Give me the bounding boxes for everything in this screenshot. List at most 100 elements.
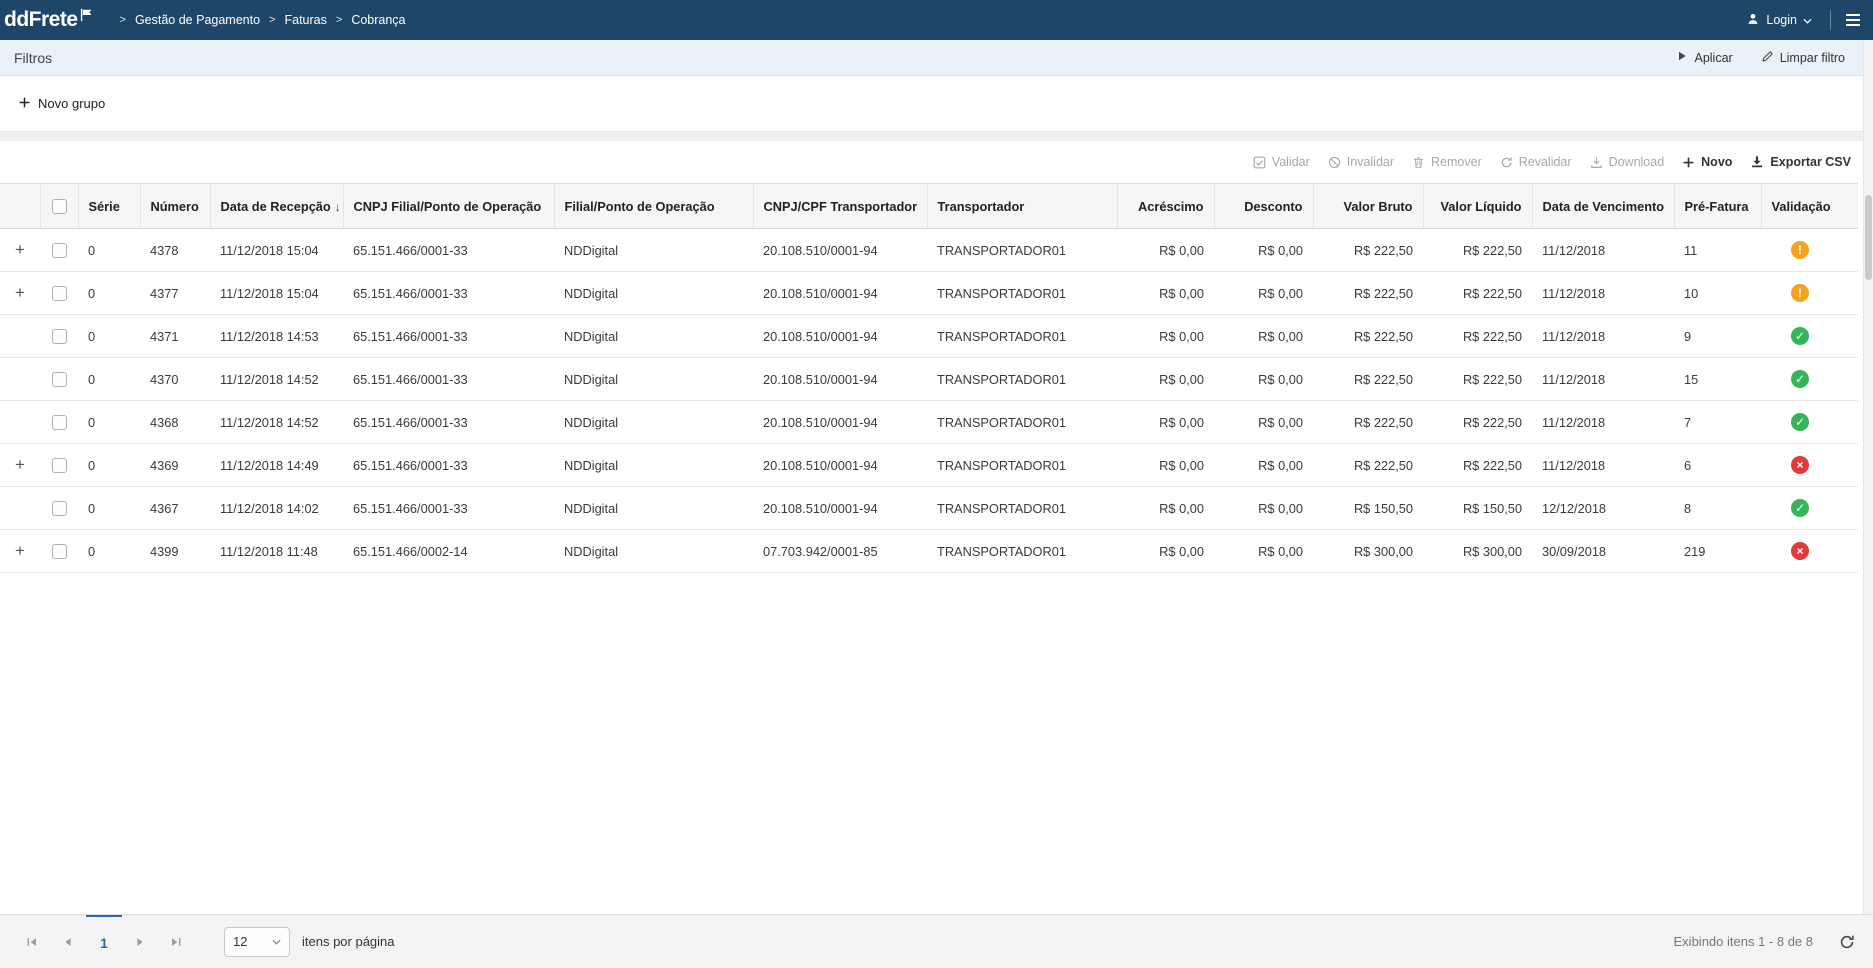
- row-checkbox[interactable]: [52, 329, 67, 344]
- cell-serie: 0: [78, 272, 140, 315]
- filter-actions: Aplicar Limpar filtro: [1676, 50, 1859, 66]
- table-row[interactable]: + 0 4399 11/12/2018 11:48 65.151.466/000…: [0, 530, 1858, 573]
- export-csv-button[interactable]: Exportar CSV: [1750, 155, 1851, 169]
- chevron-down-icon: [272, 939, 281, 945]
- column-header-cnpj-filial[interactable]: CNPJ Filial/Ponto de Operação: [343, 184, 554, 229]
- cell-cnpj-filial: 65.151.466/0001-33: [343, 272, 554, 315]
- page-size-value: 12: [233, 934, 247, 949]
- cell-transportador: TRANSPORTADOR01: [927, 401, 1117, 444]
- table-row[interactable]: 0 4368 11/12/2018 14:52 65.151.466/0001-…: [0, 401, 1858, 444]
- page-size-select[interactable]: 12: [224, 927, 290, 957]
- vertical-scrollbar[interactable]: [1863, 40, 1873, 914]
- cell-pre-fatura: 11: [1674, 229, 1761, 272]
- cell-cnpj-filial: 65.151.466/0001-33: [343, 444, 554, 487]
- cell-acrescimo: R$ 0,00: [1117, 530, 1214, 573]
- invalidate-button[interactable]: Invalidar: [1328, 155, 1394, 169]
- expand-row-icon[interactable]: +: [0, 283, 40, 303]
- cell-validacao: !: [1761, 272, 1858, 315]
- column-header-data-recepcao[interactable]: Data de Recepção↓: [210, 184, 343, 229]
- column-header-filial[interactable]: Filial/Ponto de Operação: [554, 184, 753, 229]
- export-csv-label: Exportar CSV: [1770, 155, 1851, 169]
- table-row[interactable]: 0 4367 11/12/2018 14:02 65.151.466/0001-…: [0, 487, 1858, 530]
- cell-desconto: R$ 0,00: [1214, 358, 1313, 401]
- cell-acrescimo: R$ 0,00: [1117, 401, 1214, 444]
- table-row[interactable]: + 0 4377 11/12/2018 15:04 65.151.466/000…: [0, 272, 1858, 315]
- column-header-numero[interactable]: Número: [140, 184, 210, 229]
- login-menu[interactable]: Login: [1740, 12, 1818, 29]
- column-header-pre-fatura[interactable]: Pré-Fatura: [1674, 184, 1761, 229]
- last-page-button[interactable]: [158, 915, 194, 968]
- cell-acrescimo: R$ 0,00: [1117, 229, 1214, 272]
- expand-row-icon[interactable]: +: [0, 240, 40, 260]
- validate-button[interactable]: Validar: [1253, 155, 1310, 169]
- top-navbar: ddFrete > Gestão de Pagamento > Faturas …: [0, 0, 1873, 40]
- expand-row-icon[interactable]: +: [0, 541, 40, 561]
- validation-status-icon: !: [1791, 284, 1809, 302]
- row-checkbox[interactable]: [52, 243, 67, 258]
- prev-page-button[interactable]: [50, 915, 86, 968]
- clear-filter-button[interactable]: Limpar filtro: [1761, 50, 1845, 66]
- column-header-cnpj-transportador[interactable]: CNPJ/CPF Transportador: [753, 184, 927, 229]
- filters-header: Filtros Aplicar Limpar filtro: [0, 40, 1873, 76]
- table-row[interactable]: 0 4370 11/12/2018 14:52 65.151.466/0001-…: [0, 358, 1858, 401]
- breadcrumb: > Gestão de Pagamento > Faturas > Cobran…: [120, 13, 406, 27]
- table-row[interactable]: + 0 4378 11/12/2018 15:04 65.151.466/000…: [0, 229, 1858, 272]
- cell-desconto: R$ 0,00: [1214, 487, 1313, 530]
- cell-data-vencimento: 11/12/2018: [1532, 272, 1674, 315]
- cell-data-vencimento: 11/12/2018: [1532, 229, 1674, 272]
- cell-serie: 0: [78, 358, 140, 401]
- cell-cnpj-transportador: 20.108.510/0001-94: [753, 272, 927, 315]
- column-header-valor-bruto[interactable]: Valor Bruto: [1313, 184, 1423, 229]
- cell-pre-fatura: 7: [1674, 401, 1761, 444]
- row-checkbox[interactable]: [52, 286, 67, 301]
- column-header-validacao[interactable]: Validação: [1761, 184, 1858, 229]
- column-header-desconto[interactable]: Desconto: [1214, 184, 1313, 229]
- cell-cnpj-transportador: 07.703.942/0001-85: [753, 530, 927, 573]
- breadcrumb-faturas[interactable]: Faturas: [284, 13, 326, 27]
- expand-row-icon[interactable]: +: [0, 455, 40, 475]
- row-checkbox[interactable]: [52, 501, 67, 516]
- column-header-serie[interactable]: Série: [78, 184, 140, 229]
- app-logo[interactable]: ddFrete: [4, 8, 94, 32]
- cell-numero: 4369: [140, 444, 210, 487]
- revalidate-button[interactable]: Revalidar: [1500, 155, 1572, 169]
- cell-valor-liquido: R$ 222,50: [1423, 358, 1532, 401]
- table-row[interactable]: 0 4371 11/12/2018 14:53 65.151.466/0001-…: [0, 315, 1858, 358]
- cell-filial: NDDigital: [554, 315, 753, 358]
- new-button[interactable]: Novo: [1682, 155, 1732, 169]
- select-all-checkbox[interactable]: [52, 199, 67, 214]
- apps-menu-icon[interactable]: [1843, 11, 1863, 29]
- column-header-valor-liquido[interactable]: Valor Líquido: [1423, 184, 1532, 229]
- column-header-transportador[interactable]: Transportador: [927, 184, 1117, 229]
- cell-numero: 4399: [140, 530, 210, 573]
- scrollbar-thumb[interactable]: [1865, 195, 1872, 280]
- revalidate-label: Revalidar: [1519, 155, 1572, 169]
- cell-serie: 0: [78, 401, 140, 444]
- column-header-data-vencimento[interactable]: Data de Vencimento: [1532, 184, 1674, 229]
- breadcrumb-gestao-de-pagamento[interactable]: Gestão de Pagamento: [135, 13, 260, 27]
- cell-valor-liquido: R$ 222,50: [1423, 315, 1532, 358]
- row-checkbox[interactable]: [52, 372, 67, 387]
- cell-validacao: !: [1761, 229, 1858, 272]
- row-checkbox[interactable]: [52, 458, 67, 473]
- next-page-button[interactable]: [122, 915, 158, 968]
- refresh-icon[interactable]: [1839, 934, 1855, 950]
- current-page[interactable]: 1: [86, 915, 122, 968]
- cell-transportador: TRANSPORTADOR01: [927, 358, 1117, 401]
- row-checkbox[interactable]: [52, 415, 67, 430]
- remove-button[interactable]: Remover: [1412, 155, 1482, 169]
- download-button[interactable]: Download: [1590, 155, 1665, 169]
- download-icon: [1590, 156, 1603, 169]
- first-page-button[interactable]: [14, 915, 50, 968]
- validation-status-icon: ×: [1791, 456, 1809, 474]
- cell-data-vencimento: 11/12/2018: [1532, 315, 1674, 358]
- column-header-acrescimo[interactable]: Acréscimo: [1117, 184, 1214, 229]
- pagination-bar: 1 12 itens por página Exibindo itens 1 -…: [0, 914, 1873, 968]
- apply-filter-button[interactable]: Aplicar: [1676, 50, 1732, 65]
- cell-serie: 0: [78, 444, 140, 487]
- new-group-button[interactable]: Novo grupo: [18, 96, 105, 112]
- plus-icon: [1682, 156, 1695, 169]
- row-checkbox[interactable]: [52, 544, 67, 559]
- breadcrumb-cobranca[interactable]: Cobrança: [351, 13, 405, 27]
- table-row[interactable]: + 0 4369 11/12/2018 14:49 65.151.466/000…: [0, 444, 1858, 487]
